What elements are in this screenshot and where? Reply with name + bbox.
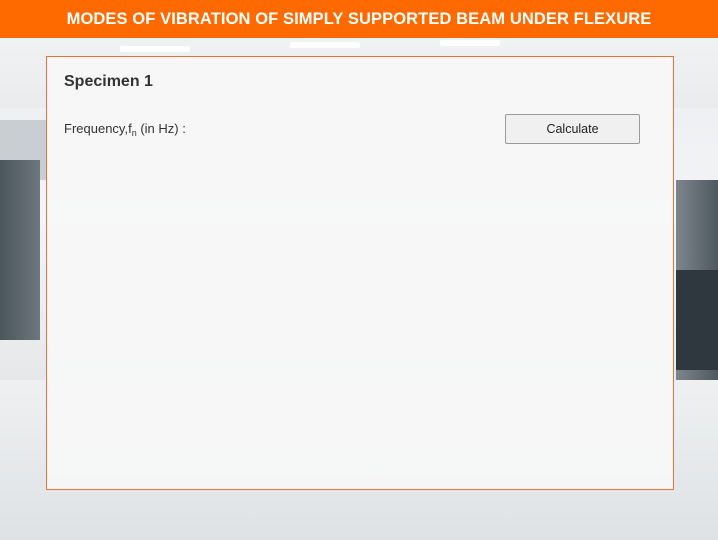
background-equipment [676,270,718,370]
background-ceiling-light [290,42,360,48]
app-header: MODES OF VIBRATION OF SIMPLY SUPPORTED B… [0,0,718,38]
background-ceiling-light [440,40,500,46]
calculate-button[interactable]: Calculate [505,114,640,144]
page-title: MODES OF VIBRATION OF SIMPLY SUPPORTED B… [66,9,652,28]
specimen-panel: Specimen 1 Frequency,fn (in Hz) : Calcul… [46,56,674,490]
background-cabinet [0,160,40,340]
frequency-label-suffix: (in Hz) : [136,121,186,136]
frequency-label-prefix: Frequency,f [64,121,132,136]
background-ceiling-light [120,46,190,52]
frequency-label: Frequency,fn (in Hz) : [64,121,186,138]
specimen-title: Specimen 1 [64,73,153,90]
